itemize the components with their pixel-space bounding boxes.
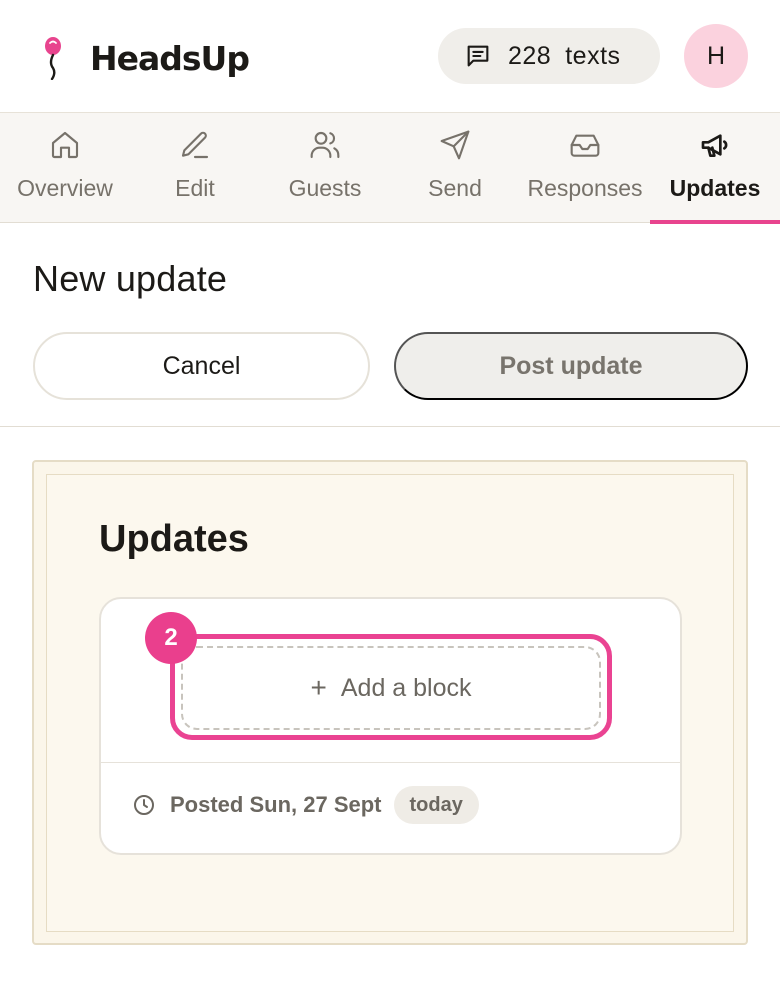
post-update-button[interactable]: Post update	[394, 332, 748, 400]
add-block-button[interactable]: + Add a block	[181, 646, 601, 730]
home-icon	[51, 131, 79, 159]
step-badge: 2	[145, 612, 197, 664]
message-square-icon	[467, 45, 489, 67]
text-credits-pill[interactable]: 228 texts	[438, 28, 660, 84]
inbox-icon	[570, 134, 600, 157]
users-icon	[310, 131, 340, 159]
section-divider	[0, 426, 780, 427]
tab-label: Overview	[17, 175, 113, 201]
text-credits-unit: texts	[565, 41, 621, 70]
tab-label: Updates	[669, 175, 761, 201]
tab-overview[interactable]: Overview	[0, 113, 130, 223]
posted-date: Posted Sun, 27 Sept	[170, 792, 382, 817]
tab-edit[interactable]: Edit	[130, 113, 260, 223]
tab-label: Responses	[527, 175, 643, 201]
updates-heading: Updates	[99, 518, 249, 560]
tab-responses[interactable]: Responses	[520, 113, 650, 223]
app-header: HeadsUp 228 texts H	[0, 0, 780, 113]
event-tabs: Overview Edit Guests Send Responses Upda…	[0, 113, 780, 224]
app-name: HeadsUp	[90, 38, 250, 78]
tab-label: Send	[428, 175, 482, 201]
user-avatar[interactable]: H	[684, 24, 748, 88]
tab-guests[interactable]: Guests	[260, 113, 390, 223]
card-divider	[99, 762, 682, 763]
clock-icon	[134, 795, 154, 815]
page-title: New update	[33, 258, 228, 299]
cancel-button[interactable]: Cancel	[33, 332, 370, 400]
text-credits-count: 228	[508, 41, 552, 70]
balloon-logo-icon	[45, 37, 61, 80]
add-block-label: Add a block	[340, 673, 472, 702]
pencil-icon	[181, 131, 209, 159]
posted-meta: Posted Sun, 27 Sept today	[132, 786, 479, 824]
tab-label: Edit	[175, 175, 215, 201]
today-badge: today	[393, 786, 479, 824]
tab-updates[interactable]: Updates	[650, 113, 780, 224]
tab-send[interactable]: Send	[390, 113, 520, 223]
send-icon	[440, 130, 470, 160]
megaphone-icon	[701, 134, 728, 157]
app-logo[interactable]: HeadsUp	[36, 36, 250, 80]
tab-label: Guests	[288, 175, 362, 201]
plus-icon: +	[310, 672, 327, 703]
